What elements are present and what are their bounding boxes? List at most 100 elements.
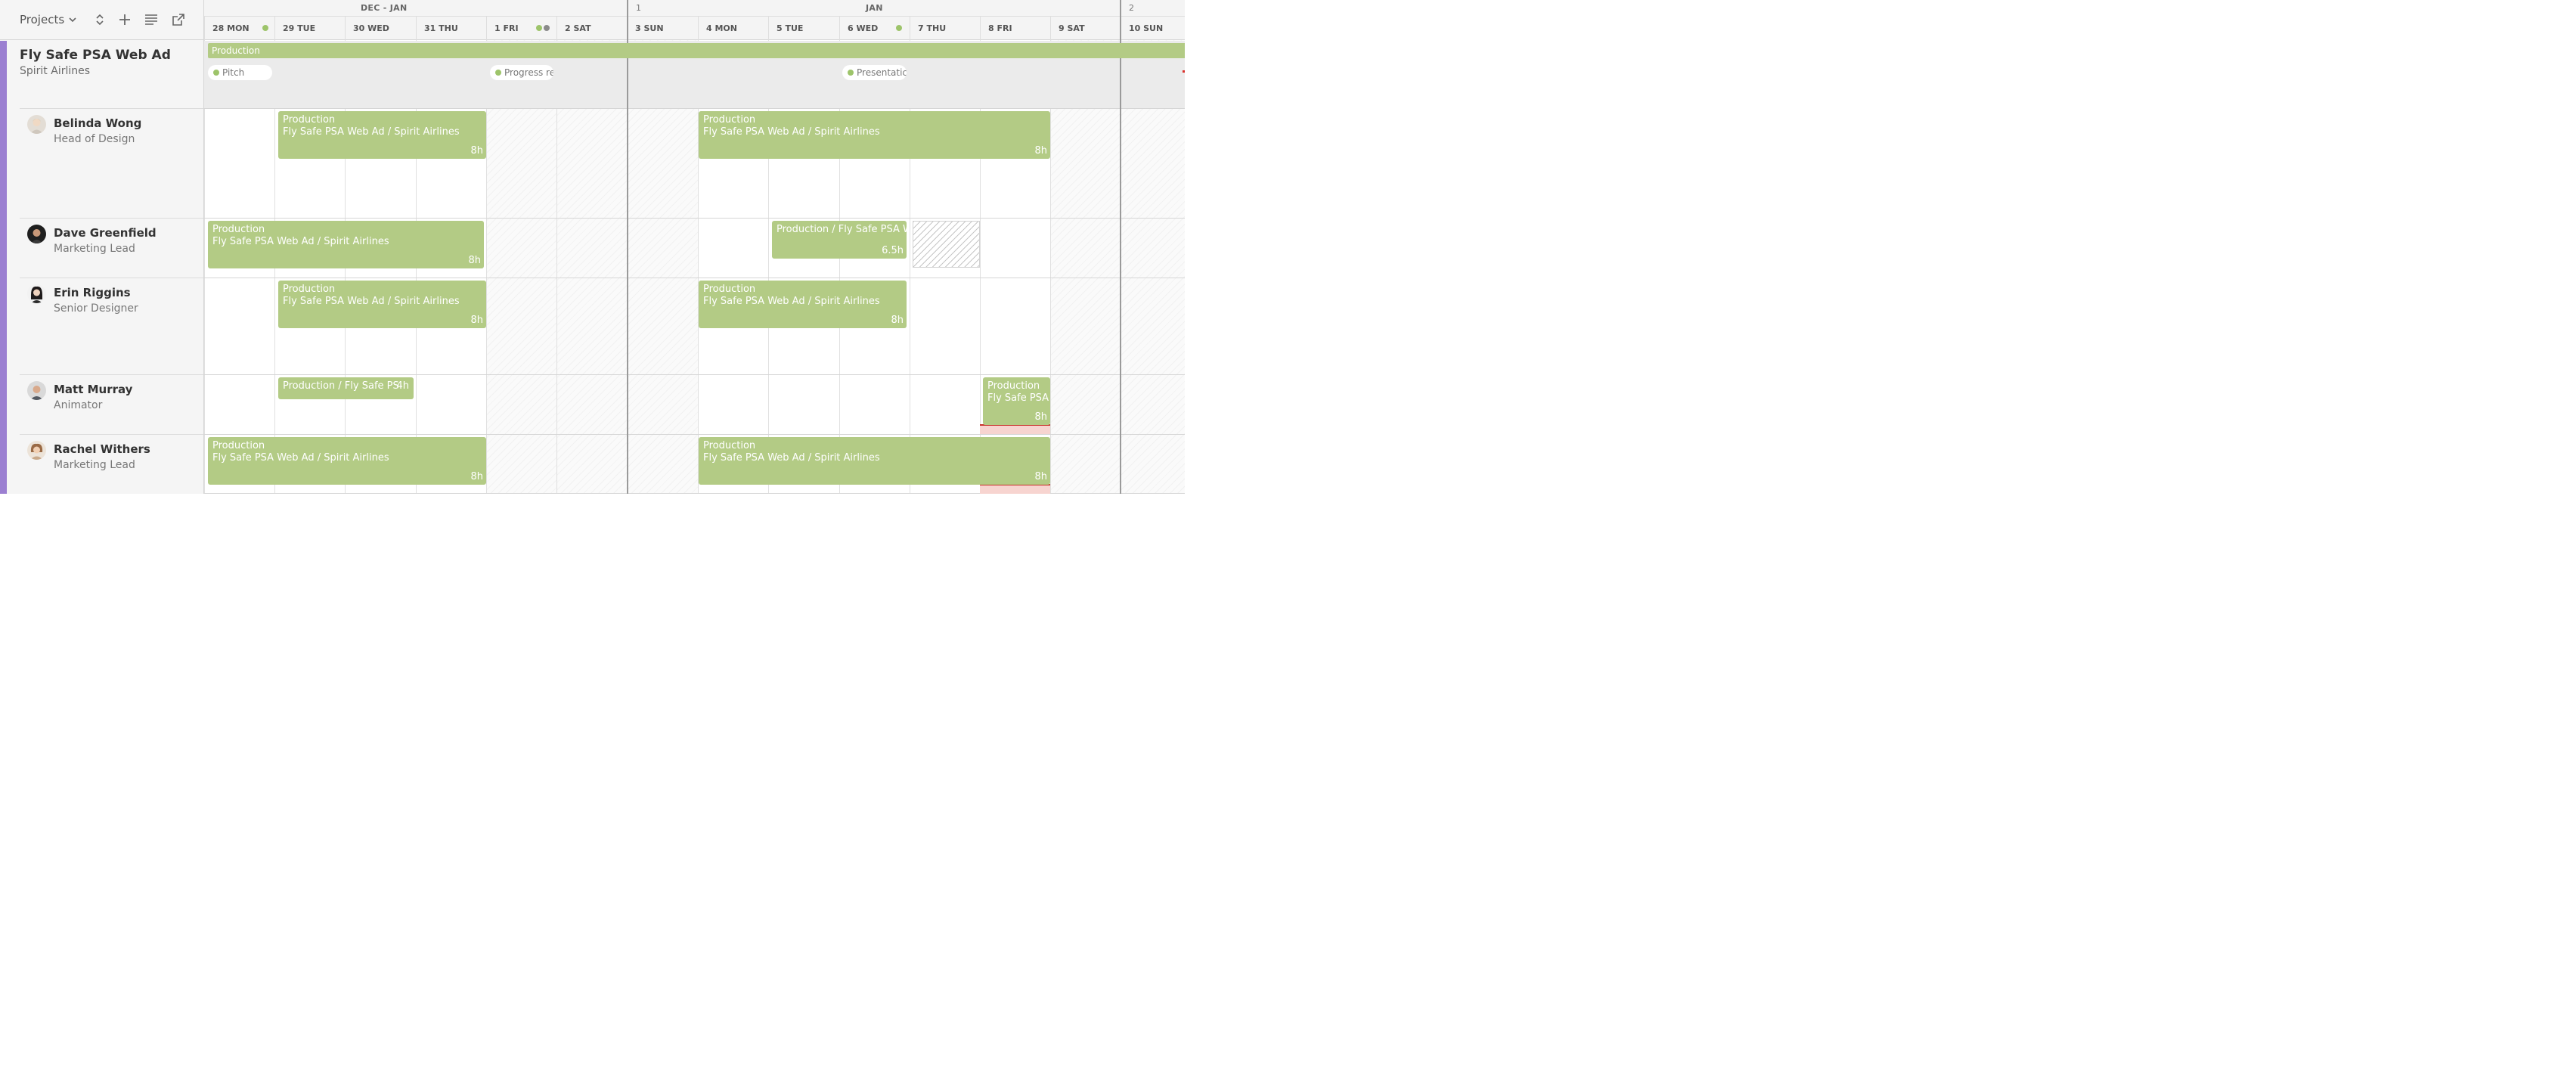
person-row-erin-riggins[interactable]: Erin Riggins Senior Designer xyxy=(20,278,203,374)
allocation-bar[interactable]: Production Fly Safe PSA Web Ad / Spirit … xyxy=(699,281,907,328)
allocation-bar[interactable]: Production Fly Safe PSA Web Ad / Spirit … xyxy=(699,111,1050,159)
allocation-bar[interactable]: Production / Fly Safe PSA W 6.5h xyxy=(772,221,907,259)
toolbar: Projects xyxy=(0,0,203,40)
day-header-cell[interactable]: 10 SUN xyxy=(1121,17,1185,40)
allocation-hours: 6.5h xyxy=(882,245,904,256)
milestone-dot-icon xyxy=(213,70,219,76)
allocation-bar[interactable]: Production Fly Safe PSA Web Ad / Spirit … xyxy=(699,437,1050,485)
projects-view-dropdown[interactable]: Projects xyxy=(14,9,67,30)
week-separator xyxy=(627,0,628,494)
allocation-project: Fly Safe PSA Web Ad / Spirit Airlines xyxy=(212,236,389,247)
allocation-phase: Production xyxy=(703,284,756,295)
day-header-cell[interactable]: 5 TUE xyxy=(768,17,839,40)
milestone-label: Pitch xyxy=(222,67,245,78)
milestone-pitch[interactable]: Pitch xyxy=(208,65,272,80)
person-row-dave-greenfield[interactable]: Dave Greenfield Marketing Lead xyxy=(20,218,203,278)
day-label: 8 FRI xyxy=(988,23,1012,33)
milestone-dot-icon xyxy=(495,70,501,76)
person-row-belinda-wong[interactable]: Belinda Wong Head of Design xyxy=(20,108,203,218)
project-phase-bar[interactable]: Production xyxy=(208,43,1185,58)
day-header-cell[interactable]: 7 THU xyxy=(910,17,980,40)
person-role: Marketing Lead xyxy=(54,459,135,471)
allocation-phase: Production xyxy=(283,114,336,126)
allocation-phase: Production xyxy=(212,224,265,235)
person-row-matt-murray[interactable]: Matt Murray Animator xyxy=(20,374,203,434)
day-header: 28 MON 29 TUE 30 WED 31 THU 1 FRI 2 SAT … xyxy=(204,17,1185,40)
month-label: DEC - JAN xyxy=(361,3,408,13)
milestone-progress-review[interactable]: Progress re xyxy=(490,65,553,80)
allocation-bar[interactable]: Production Fly Safe PSA Web Ad / Spirit … xyxy=(278,281,486,328)
schedule-grid: DEC - JAN 1 JAN 2 28 MON 29 TUE 30 WED 3… xyxy=(204,0,1185,494)
day-label: 31 THU xyxy=(424,23,458,33)
avatar xyxy=(27,225,46,243)
day-header-cell[interactable]: 9 SAT xyxy=(1050,17,1121,40)
allocation-hours: 8h xyxy=(470,471,483,482)
allocation-hours: 4h xyxy=(396,380,409,392)
allocation-bar[interactable]: Production Fly Safe PSA Web Ad / Spirit … xyxy=(278,111,486,159)
allocation-hours: 8h xyxy=(468,255,481,266)
day-label: 3 SUN xyxy=(635,23,664,33)
person-name: Matt Murray xyxy=(54,383,133,396)
allocation-project: Fly Safe PSA Web Ad / Spirit Airlines xyxy=(703,452,880,464)
week-number: 1 xyxy=(636,3,641,13)
day-header-cell[interactable]: 4 MON xyxy=(698,17,768,40)
allocation-hours: 8h xyxy=(470,145,483,157)
day-label: 5 TUE xyxy=(777,23,804,33)
avatar xyxy=(27,441,46,460)
sidebar: Projects Fly Safe PSA Web Ad Spirit Airl… xyxy=(0,0,204,494)
day-header-cell[interactable]: 30 WED xyxy=(345,17,416,40)
row-divider xyxy=(204,374,1185,375)
phase-label: Production xyxy=(212,45,260,56)
allocation-project: Fly Safe PSA xyxy=(987,392,1049,404)
allocation-phase: Production xyxy=(283,284,336,295)
allocation-bar[interactable]: Production Fly Safe PSA Web Ad / Spirit … xyxy=(208,437,486,485)
allocation-hours: 8h xyxy=(470,315,483,326)
milestone-dot-icon xyxy=(262,25,268,31)
project-color-bar xyxy=(0,41,7,494)
day-label: 10 SUN xyxy=(1129,23,1164,33)
plus-icon[interactable] xyxy=(116,9,133,30)
person-role: Head of Design xyxy=(54,133,135,145)
project-name[interactable]: Fly Safe PSA Web Ad xyxy=(20,48,171,63)
milestone-dot-icon xyxy=(896,25,902,31)
overallocation-indicator xyxy=(980,424,1050,434)
day-label: 4 MON xyxy=(706,23,737,33)
allocation-hours: 8h xyxy=(891,315,904,326)
day-header-cell[interactable]: 28 MON xyxy=(204,17,274,40)
person-name: Dave Greenfield xyxy=(54,226,157,240)
list-icon[interactable] xyxy=(143,9,160,30)
day-header-cell[interactable]: 8 FRI xyxy=(980,17,1050,40)
time-off-block[interactable] xyxy=(913,221,980,268)
external-link-icon[interactable] xyxy=(170,9,187,30)
avatar xyxy=(27,381,46,400)
avatar xyxy=(27,284,46,303)
day-header-cell[interactable]: 2 SAT xyxy=(556,17,627,40)
allocation-project: Fly Safe PSA Web Ad / Spirit Airlines xyxy=(703,296,880,307)
day-label: 1 FRI xyxy=(494,23,519,33)
day-header-cell[interactable]: 6 WED xyxy=(839,17,910,40)
milestone-dot-icon xyxy=(536,25,542,31)
person-name: Rachel Withers xyxy=(54,442,150,456)
allocation-bar[interactable]: Production Fly Safe PSA 8h xyxy=(983,377,1050,425)
expand-collapse-icon[interactable] xyxy=(91,9,108,30)
day-label: 2 SAT xyxy=(565,23,591,33)
milestone-presentation[interactable]: Presentatic xyxy=(842,65,907,80)
chevron-down-icon[interactable] xyxy=(65,9,80,30)
person-row-rachel-withers[interactable]: Rachel Withers Marketing Lead xyxy=(20,434,203,494)
allocation-bar[interactable]: Production / Fly Safe PS 4h xyxy=(278,377,414,399)
person-name: Belinda Wong xyxy=(54,116,142,130)
day-header-cell[interactable]: 31 THU xyxy=(416,17,486,40)
allocation-label: Production / Fly Safe PS xyxy=(283,380,399,392)
row-divider xyxy=(204,434,1185,435)
week-separator xyxy=(1120,0,1121,494)
row-divider xyxy=(204,108,1185,109)
day-label: 6 WED xyxy=(848,23,879,33)
allocation-bar[interactable]: Production Fly Safe PSA Web Ad / Spirit … xyxy=(208,221,484,268)
person-role: Animator xyxy=(54,399,103,411)
person-role: Marketing Lead xyxy=(54,243,135,255)
allocation-project: Fly Safe PSA Web Ad / Spirit Airlines xyxy=(283,296,460,307)
day-header-cell[interactable]: 29 TUE xyxy=(274,17,345,40)
person-name: Erin Riggins xyxy=(54,286,131,299)
day-header-cell[interactable]: 1 FRI xyxy=(486,17,556,40)
day-header-cell[interactable]: 3 SUN xyxy=(627,17,698,40)
